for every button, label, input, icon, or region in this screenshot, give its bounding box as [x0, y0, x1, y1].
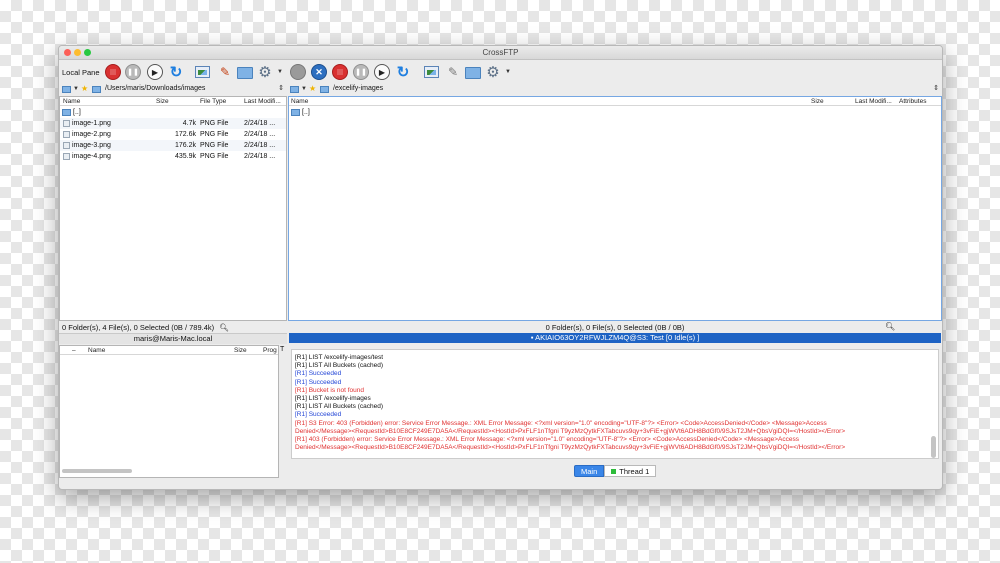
edit-icon[interactable]: ✎: [217, 64, 233, 80]
file-icon: [63, 142, 70, 149]
col-modified[interactable]: Last Modifi...: [244, 98, 281, 105]
refresh-icon[interactable]: ↻: [168, 64, 184, 81]
col-name[interactable]: Name: [88, 347, 105, 354]
col-modified[interactable]: Last Modifi...: [855, 98, 892, 105]
local-connection-bar: maris@Maris-Mac.local: [59, 333, 287, 344]
table-row[interactable]: image-1.png 4.7k PNG File 2/24/18 ...: [60, 118, 286, 129]
local-column-header: Name Size File Type Last Modifi...: [60, 97, 286, 106]
settings-dropdown-icon[interactable]: ▼: [272, 64, 288, 80]
window-title: CrossFTP: [482, 48, 519, 57]
remote-file-pane[interactable]: Name Size Last Modifi... Attributes [..]: [288, 96, 942, 321]
col-size[interactable]: Size: [156, 98, 169, 105]
col-name[interactable]: Name: [63, 98, 80, 105]
horizontal-scrollbar[interactable]: [62, 469, 132, 473]
list-item-parent[interactable]: [..]: [289, 107, 941, 118]
stop-icon[interactable]: [105, 64, 121, 80]
vertical-scrollbar[interactable]: [931, 436, 936, 458]
play-icon[interactable]: ▶: [374, 64, 390, 80]
list-item-parent[interactable]: [..]: [60, 107, 286, 118]
search-icon[interactable]: 🔍︎: [219, 323, 229, 332]
log-line: [R1] Succeeded: [295, 378, 342, 386]
bookmark-star-icon[interactable]: ★: [309, 84, 316, 93]
folder-icon[interactable]: [290, 86, 299, 93]
tab-thread-1[interactable]: Thread 1: [604, 465, 657, 477]
path-selector-icon[interactable]: ⇕: [278, 84, 284, 92]
log-line: Denied</Message><RequestId>B10E8CF249E7D…: [295, 444, 846, 452]
transfer-queue-pane[interactable]: – Name Size Prog: [59, 345, 279, 478]
toolbar: Local Pane ❚❚ ▶ ↻ ✎ ⚙ ▼ ✕ ❚❚ ▶ ↻ ✎ ⚙ ▼: [59, 61, 942, 83]
image-view-icon[interactable]: [424, 66, 439, 78]
log-line: [R1] Bucket is not found: [295, 386, 365, 394]
file-icon: [63, 131, 70, 138]
folder-icon: [291, 109, 300, 116]
log-line: Denied</Message><RequestId>B10E8CF249E7D…: [295, 427, 846, 435]
remote-column-header: Name Size Last Modifi... Attributes: [289, 97, 941, 106]
log-line: [R1] Succeeded: [295, 370, 342, 378]
edit-icon[interactable]: ✎: [445, 64, 461, 80]
col-size[interactable]: Size: [811, 98, 824, 105]
file-icon: [63, 120, 70, 127]
col-type[interactable]: File Type: [200, 98, 226, 105]
left-path-text[interactable]: /Users/maris/Downloads/images: [105, 85, 205, 92]
local-file-pane[interactable]: Name Size File Type Last Modifi... [..] …: [59, 96, 287, 321]
play-icon[interactable]: ▶: [147, 64, 163, 80]
disconnect-icon[interactable]: ✕: [311, 64, 327, 80]
folder-icon: [62, 109, 71, 116]
log-line: [R1] LIST All Buckets (cached): [295, 403, 384, 411]
log-console[interactable]: [R1] LIST /excelify-images/test [R1] LIST…: [291, 349, 939, 459]
folder-icon: [92, 86, 101, 93]
col-name[interactable]: Name: [291, 98, 308, 105]
settings-dropdown-icon[interactable]: ▼: [500, 64, 516, 80]
remote-connection-bar[interactable]: ▪ AKIAIO63OY2RFWJLZM4Q@S3: Test [0 Idle(…: [289, 333, 941, 343]
new-folder-icon[interactable]: [237, 67, 253, 79]
local-pane-label: Local Pane: [62, 68, 100, 77]
folder-icon: [320, 86, 329, 93]
pause-icon[interactable]: ❚❚: [353, 64, 369, 80]
chevron-down-icon[interactable]: ▼: [73, 86, 79, 92]
log-line: [R1] S3 Error: 403 (Forbidden) error: Se…: [295, 419, 827, 427]
col-progress[interactable]: Prog: [263, 347, 277, 354]
folder-icon[interactable]: [62, 86, 71, 93]
left-path-bar[interactable]: ▼ ★ /Users/maris/Downloads/images ⇕: [59, 84, 287, 95]
crossftp-window: CrossFTP Local Pane ❚❚ ▶ ↻ ✎ ⚙ ▼ ✕ ❚❚ ▶ …: [58, 45, 943, 490]
table-row[interactable]: image-4.png 435.9k PNG File 2/24/18 ...: [60, 151, 286, 162]
path-selector-icon[interactable]: ⇕: [933, 84, 939, 92]
queue-sort-icon[interactable]: –: [72, 347, 76, 354]
col-type[interactable]: T: [280, 346, 284, 353]
settings-icon[interactable]: ⚙: [257, 64, 273, 81]
log-line: [R1] LIST All Buckets (cached): [295, 362, 384, 370]
stop-icon[interactable]: [332, 64, 348, 80]
log-line: [R1] 403 (Forbidden) error: Service Erro…: [295, 436, 799, 444]
search-icon[interactable]: 🔍︎: [885, 322, 895, 331]
refresh-icon[interactable]: ↻: [395, 64, 411, 81]
image-view-icon[interactable]: [195, 66, 210, 78]
right-path-bar[interactable]: ▼ ★ /excelify-images ⇕: [288, 84, 942, 95]
right-path-text[interactable]: /excelify-images: [333, 85, 383, 92]
title-bar: CrossFTP: [59, 46, 942, 60]
status-dot-icon: [611, 469, 617, 474]
tab-main[interactable]: Main: [574, 465, 605, 477]
log-tabs: Main Thread 1: [574, 465, 657, 477]
queue-column-header: – Name Size Prog: [60, 346, 278, 355]
table-row[interactable]: image-3.png 176.2k PNG File 2/24/18 ...: [60, 140, 286, 151]
new-folder-icon[interactable]: [465, 67, 481, 79]
log-line: [R1] LIST /excelify-images: [295, 395, 371, 403]
remote-status: 0 Folder(s), 0 File(s), 0 Selected (0B /…: [545, 323, 685, 332]
pause-icon[interactable]: ❚❚: [125, 64, 141, 80]
connect-icon[interactable]: [290, 64, 306, 80]
file-icon: [63, 153, 70, 160]
col-size[interactable]: Size: [234, 347, 247, 354]
local-status: 0 Folder(s), 4 File(s), 0 Selected (0B /…: [62, 323, 229, 332]
log-line: [R1] Succeeded: [295, 411, 342, 419]
col-attributes[interactable]: Attributes: [899, 98, 926, 105]
settings-icon[interactable]: ⚙: [485, 64, 501, 81]
bookmark-star-icon[interactable]: ★: [81, 84, 88, 93]
log-line: [R1] LIST /excelify-images/test: [295, 354, 384, 361]
chevron-down-icon[interactable]: ▼: [301, 86, 307, 92]
table-row[interactable]: image-2.png 172.6k PNG File 2/24/18 ...: [60, 129, 286, 140]
